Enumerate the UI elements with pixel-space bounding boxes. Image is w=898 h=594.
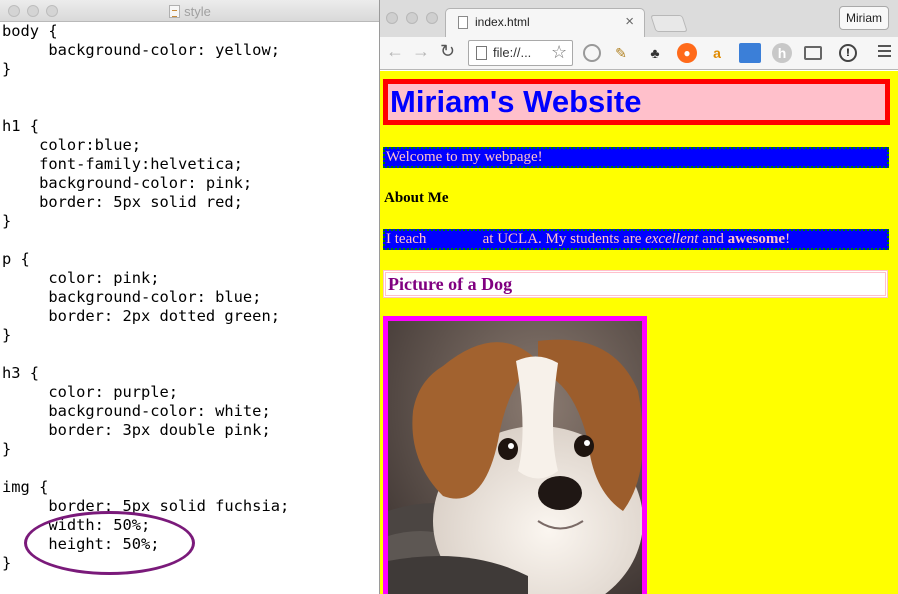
tab-title: index.html [475,15,530,29]
teach-emphasis: excellent [645,231,699,247]
tab-index-html[interactable]: index.html × [445,8,645,37]
document-icon [169,5,181,18]
reload-icon[interactable]: ↻ [440,41,455,62]
code-line: } [2,440,12,458]
browser-zoom-button[interactable] [426,12,438,24]
amazon-extension-icon[interactable]: a [707,43,727,63]
about-heading: About Me [384,190,449,206]
dog-photo [383,316,647,594]
code-line: border: 3px double pink; [2,421,271,439]
page-heading: Miriam's Website [383,79,890,125]
tab-close-icon[interactable]: × [625,13,634,30]
picture-heading: Picture of a Dog [383,270,888,298]
page-icon [458,16,468,29]
editor-titlebar: style [0,0,379,22]
teach-prefix: I teach at UCLA. My students are [386,231,646,247]
address-bar[interactable]: file://... ☆ [468,40,573,66]
code-line: color: purple; [2,383,179,401]
teach-paragraph: I teach at UCLA. My students are excelle… [383,229,889,250]
power-extension-icon[interactable] [583,44,601,62]
screen-extension-icon[interactable] [739,43,761,63]
browser-toolbar: ← → ↻ file://... ☆ ✎ ♣ ● a h ! [380,37,898,70]
brush-extension-icon[interactable]: ✎ [611,43,631,63]
welcome-paragraph: Welcome to my webpage! [383,147,889,168]
editor-title: style [0,4,379,19]
browser-close-button[interactable] [386,12,398,24]
code-line: font-family:helvetica; [2,155,243,173]
code-line: background-color: white; [2,402,271,420]
profile-button[interactable]: Miriam [839,6,889,30]
code-line: } [2,326,12,344]
bookmark-star-icon[interactable]: ☆ [551,42,567,63]
code-line: color:blue; [2,136,141,154]
code-line: body { [2,22,58,40]
cast-icon[interactable] [804,46,822,60]
new-tab-button[interactable] [650,15,688,32]
info-extension-icon[interactable]: ! [839,44,857,62]
code-line: border: 2px dotted green; [2,307,280,325]
browser-minimize-button[interactable] [406,12,418,24]
css-editor-window: style body { background-color: yellow;} h… [0,0,380,594]
code-line: background-color: pink; [2,174,253,192]
tab-strip: index.html × Miriam [380,0,898,37]
code-line: } [2,212,12,230]
dog-illustration [388,321,642,594]
evernote-extension-icon[interactable]: ♣ [645,43,665,63]
teach-strong: awesome [727,231,786,247]
code-line: color: pink; [2,269,160,287]
code-line: border: 5px solid red; [2,193,243,211]
code-line: h3 { [2,364,40,382]
url-text: file://... [493,45,532,60]
webpage-viewport: Miriam's Website Welcome to my webpage! … [380,71,898,594]
menu-icon[interactable] [878,45,891,60]
editor-title-text: style [184,4,211,19]
code-line: background-color: blue; [2,288,262,306]
h-extension-icon[interactable]: h [772,43,792,63]
annotation-circle [24,511,195,575]
code-line: img { [2,478,49,496]
code-line: p { [2,250,30,268]
file-icon [476,46,487,60]
teach-suffix: ! [785,231,791,247]
forward-arrow-icon[interactable]: → [412,41,430,62]
back-arrow-icon[interactable]: ← [386,41,404,62]
honey-extension-icon[interactable]: ● [677,43,697,63]
code-text-area[interactable]: body { background-color: yellow;} h1 { co… [2,22,289,573]
browser-window: index.html × Miriam ← → ↻ file://... ☆ ✎… [380,0,898,594]
code-line: background-color: yellow; [2,41,280,59]
code-line: h1 { [2,117,40,135]
code-line: } [2,60,12,78]
teach-middle: and [698,231,728,247]
